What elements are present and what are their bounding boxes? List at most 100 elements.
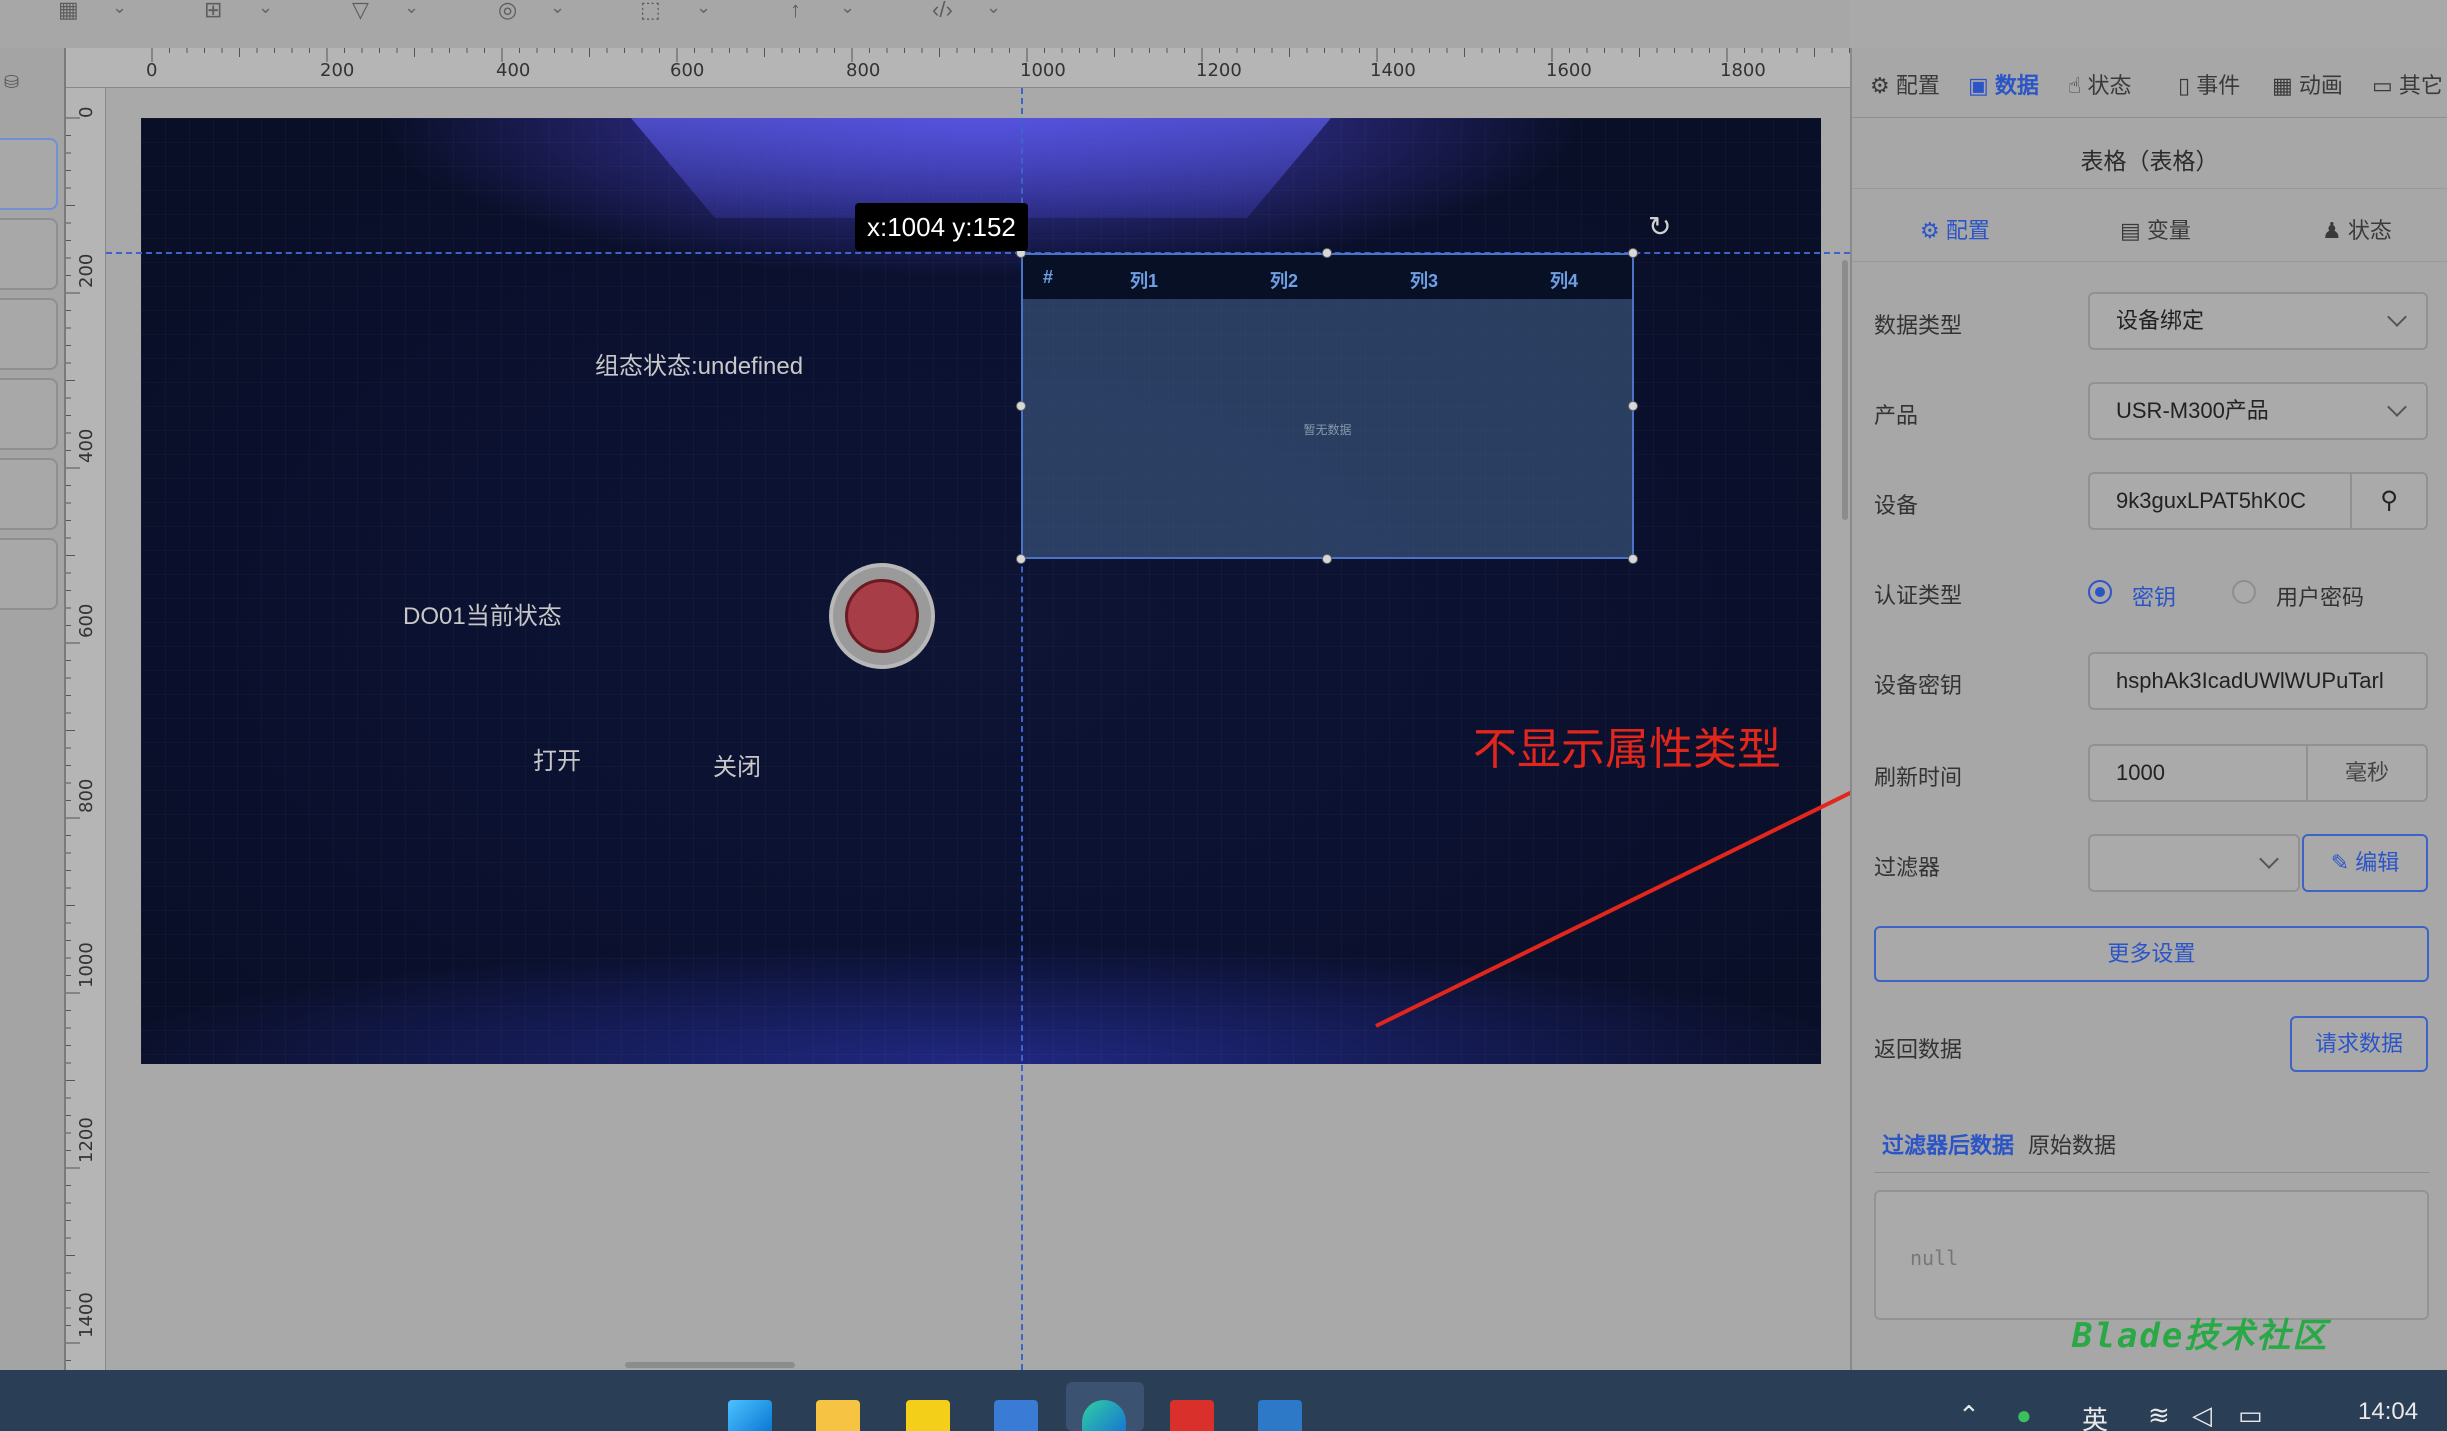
battery-icon[interactable]: ▭ (2238, 1400, 2263, 1431)
resize-handle[interactable] (1016, 554, 1026, 564)
left-panel-button[interactable] (0, 378, 58, 450)
more-settings-button[interactable]: 更多设置 (1874, 926, 2429, 982)
do-status-label[interactable]: DO01当前状态 (403, 596, 562, 631)
edit-filter-button[interactable]: ✎ 编辑 (2302, 834, 2428, 892)
left-panel-button[interactable] (0, 218, 58, 290)
coordinate-tooltip: x:1004 y:152 (855, 203, 1028, 251)
edit-icon: ✎ (2330, 850, 2356, 875)
left-panel-button[interactable] (0, 138, 58, 210)
grid-icon[interactable]: ▦ (58, 0, 79, 21)
search-icon: ⚲ (2380, 487, 2398, 514)
store-icon[interactable] (994, 1400, 1038, 1431)
notes-app-icon[interactable] (906, 1400, 950, 1431)
product-value: USR-M300产品 (2116, 398, 2269, 423)
ruler-label: 1000 (76, 942, 97, 988)
input-language[interactable]: 英 (2082, 1400, 2108, 1431)
table-empty-text: 暂无数据 (1303, 423, 1352, 437)
tab-other[interactable]: ▭ 其它 (2372, 68, 2443, 100)
horizontal-scrollbar[interactable] (625, 1362, 795, 1368)
open-button[interactable]: 打开 (533, 741, 581, 776)
tab-divider (1874, 1172, 2429, 1173)
data-type-select[interactable]: 设备绑定 (2088, 292, 2428, 350)
ruler-label: 1400 (76, 1292, 97, 1338)
left-panel-button[interactable] (0, 298, 58, 370)
volume-icon[interactable]: ◁ (2192, 1400, 2212, 1431)
fc-app-icon[interactable] (1258, 1400, 1302, 1431)
device-secret-input[interactable]: hsphAk3IcadUWlWUPuTarl (2088, 652, 2428, 710)
table-col-header: 列2 (1270, 271, 1299, 291)
filter-select[interactable] (2088, 834, 2300, 892)
close-button[interactable]: 关闭 (713, 747, 761, 782)
pen-icon[interactable]: ▽ (352, 0, 369, 21)
table-col-header: # (1043, 267, 1054, 287)
rotate-icon[interactable]: ↻ (1648, 210, 1671, 243)
refresh-unit: 毫秒 (2306, 744, 2428, 802)
refresh-time-input[interactable]: 1000 (2088, 744, 2308, 802)
chevron-down-icon[interactable]: ⌄ (986, 0, 1001, 16)
wechat-icon[interactable]: ● (2016, 1400, 2032, 1431)
chevron-down-icon[interactable]: ⌄ (696, 0, 711, 16)
device-input[interactable]: 9k3guxLPAT5hK0C (2088, 472, 2352, 530)
chevron-down-icon[interactable]: ⌄ (112, 0, 127, 16)
subtab-config[interactable]: ⚙ 配置 (1920, 213, 1990, 245)
subtab-variable[interactable]: ▤ 变量 (2120, 213, 2191, 245)
ruler-label: 1200 (76, 1117, 97, 1163)
resize-handle[interactable] (1628, 401, 1638, 411)
resize-handle[interactable] (1322, 554, 1332, 564)
select-icon[interactable]: ⬚ (640, 0, 661, 21)
resize-handle[interactable] (1628, 248, 1638, 258)
status-indicator-light[interactable] (829, 563, 935, 669)
refresh-time-label: 刷新时间 (1874, 765, 1963, 790)
tab-data[interactable]: ▣ 数据 (1968, 68, 2039, 100)
ruler-label: 400 (496, 60, 531, 81)
tab-filtered-data[interactable]: 过滤器后数据 (1882, 1128, 2014, 1160)
file-explorer-icon[interactable] (816, 1400, 860, 1431)
radio-user-password-label[interactable]: 用户密码 (2276, 580, 2364, 612)
product-select[interactable]: USR-M300产品 (2088, 382, 2428, 440)
table-col-header: 列1 (1130, 271, 1159, 291)
chevron-down-icon[interactable]: ⌄ (550, 0, 565, 16)
radio-secret-key[interactable] (2088, 580, 2112, 604)
chevron-down-icon (2259, 849, 2279, 869)
device-search-button[interactable]: ⚲ (2350, 472, 2428, 530)
user-icon: ♟ (2322, 218, 2348, 243)
chevron-down-icon[interactable]: ⌄ (258, 0, 273, 16)
watermark-text: Blade技术社区 (2072, 1316, 2329, 1356)
chevron-down-icon[interactable]: ⌄ (840, 0, 855, 16)
data-icon: ▣ (1968, 73, 1995, 98)
resize-handle[interactable] (1322, 248, 1332, 258)
table-widget[interactable]: # 列1 列2 列3 列4 暂无数据 (1021, 253, 1634, 559)
tab-config[interactable]: ⚙ 配置 (1870, 68, 1940, 100)
left-panel-button[interactable] (0, 538, 58, 610)
properties-panel: ⚙ 配置 ▣ 数据 ☝ 状态 ▯ 事件 ▦ 动画 ▭ 其它 表格（表格） ⚙ 配… (1850, 48, 2447, 1370)
table-col-header: 列4 (1550, 271, 1579, 291)
top-toolbar: ▦ ⌄ ⊞ ⌄ ▽ ⌄ ◎ ⌄ ⬚ ⌄ ↑ ⌄ ‹/› ⌄ (0, 0, 1850, 48)
table-icon[interactable]: ⊞ (204, 0, 222, 21)
subtab-state[interactable]: ♟ 状态 (2322, 213, 2392, 245)
chevron-down-icon[interactable]: ⌄ (404, 0, 419, 16)
radio-secret-key-label[interactable]: 密钥 (2132, 580, 2176, 612)
left-panel-button[interactable] (0, 458, 58, 530)
start-icon[interactable] (728, 1400, 772, 1431)
code-icon[interactable]: ‹/› (932, 0, 953, 21)
tab-raw-data[interactable]: 原始数据 (2028, 1128, 2116, 1160)
pin-icon[interactable]: ↑ (790, 0, 801, 21)
chevron-up-icon[interactable]: ⌃ (1958, 1400, 1980, 1431)
shapes-icon[interactable]: ◎ (498, 0, 517, 21)
radio-user-password[interactable] (2232, 580, 2256, 604)
request-data-button[interactable]: 请求数据 (2290, 1016, 2428, 1072)
clock-time: 14:04 (2358, 1398, 2419, 1425)
resize-handle[interactable] (1628, 554, 1638, 564)
tab-event[interactable]: ▯ 事件 (2178, 68, 2240, 100)
filter-label: 过滤器 (1874, 855, 1941, 880)
resize-handle[interactable] (1016, 401, 1026, 411)
tab-state[interactable]: ☝ 状态 (2068, 68, 2132, 100)
vertical-scrollbar[interactable] (1842, 260, 1848, 520)
status-text[interactable]: 组态状态:undefined (595, 346, 803, 381)
database-icon[interactable]: ⛁ (4, 72, 19, 93)
table-header: # 列1 列2 列3 列4 (1023, 255, 1632, 299)
wifi-icon[interactable]: ≋ (2148, 1400, 2170, 1431)
data-preview-box[interactable]: null (1874, 1190, 2429, 1320)
tab-animation[interactable]: ▦ 动画 (2272, 68, 2343, 100)
wps-icon[interactable] (1170, 1400, 1214, 1431)
